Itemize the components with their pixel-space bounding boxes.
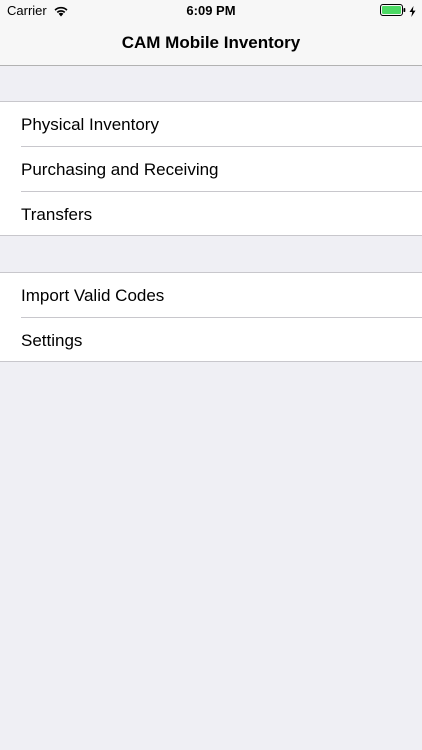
page-title: CAM Mobile Inventory (121, 33, 301, 52)
menu-section-secondary: Import Valid Codes Settings (0, 272, 422, 362)
menu-item-label: Purchasing and Receiving (21, 159, 219, 179)
status-right (380, 4, 416, 17)
menu-item-label: Transfers (21, 204, 93, 224)
menu-item-physical-inventory[interactable]: Physical Inventory (0, 102, 422, 147)
menu-item-settings[interactable]: Settings (0, 317, 422, 363)
menu-item-import-valid-codes[interactable]: Import Valid Codes (0, 273, 422, 318)
lightning-bolt-icon (409, 5, 416, 17)
status-bar: Carrier 6:09 PM (0, 0, 422, 22)
menu-item-label: Settings (21, 330, 83, 350)
battery-full-icon (380, 4, 406, 16)
menu-item-transfers[interactable]: Transfers (0, 191, 422, 237)
menu-item-purchasing-and-receiving[interactable]: Purchasing and Receiving (0, 146, 422, 192)
status-time: 6:09 PM (186, 3, 236, 18)
menu-section-primary: Physical Inventory Purchasing and Receiv… (0, 101, 422, 236)
menu-item-label: Import Valid Codes (21, 285, 165, 305)
navigation-bar: CAM Mobile Inventory (0, 22, 422, 66)
menu-item-label: Physical Inventory (21, 114, 159, 134)
